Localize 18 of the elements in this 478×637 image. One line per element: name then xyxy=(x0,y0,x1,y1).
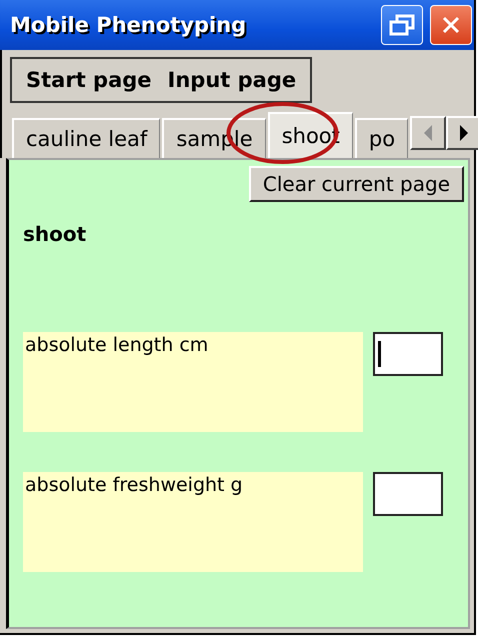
section-heading: shoot xyxy=(23,222,88,246)
restore-icon xyxy=(389,14,415,36)
close-button[interactable] xyxy=(430,5,472,45)
menu-item[interactable]: Input page xyxy=(160,68,304,92)
left-arrow-icon xyxy=(423,125,434,141)
tab[interactable]: po xyxy=(354,118,408,158)
field-label: absolute length cm xyxy=(23,332,363,432)
field-label: absolute freshweight g xyxy=(23,472,363,572)
close-icon xyxy=(440,14,462,36)
window-title: Mobile Phenotyping xyxy=(10,13,248,37)
input-field[interactable] xyxy=(373,332,443,376)
scroll-right-button[interactable] xyxy=(446,116,478,150)
menu-item[interactable]: Start page xyxy=(18,68,160,92)
restore-button[interactable] xyxy=(381,5,423,45)
tab[interactable]: cauline leaf xyxy=(12,118,160,158)
input-field[interactable] xyxy=(373,472,443,516)
clear-button[interactable]: Clear current page xyxy=(248,166,464,202)
right-arrow-icon xyxy=(459,125,470,141)
